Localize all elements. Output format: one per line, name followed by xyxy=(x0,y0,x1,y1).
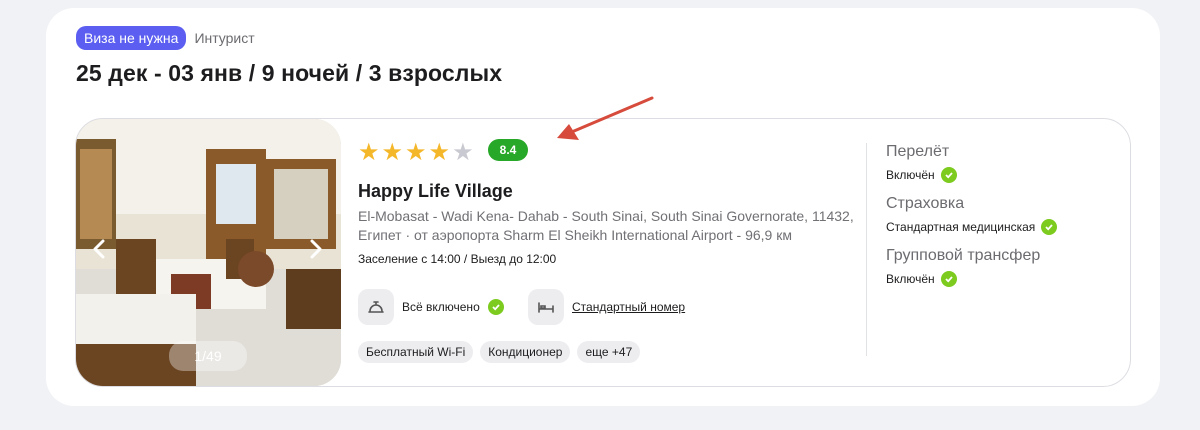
room-type-link[interactable]: Стандартный номер xyxy=(572,300,685,314)
operator-name: Интурист xyxy=(194,30,255,46)
tour-title: 25 дек - 03 янв / 9 ночей / 3 взрослых xyxy=(76,60,503,86)
check-circle-icon xyxy=(940,271,957,287)
insurance-value: Стандартная медицинская xyxy=(886,220,1036,234)
hotel-card[interactable]: 1/49 ★ ★ ★ ★ ★ 8.4 Happy Life Village El… xyxy=(75,118,1131,387)
insurance-value-row: Стандартная медицинская xyxy=(886,219,1058,235)
star-filled-icon: ★ xyxy=(358,139,380,166)
transfer-label: Групповой трансфер xyxy=(886,247,1041,264)
more-amenities-chip[interactable]: еще +47 xyxy=(577,341,641,363)
visa-badge: Виза не нужна xyxy=(76,26,187,50)
amenity-chips: Бесплатный Wi-Fi Кондиционер еще +47 xyxy=(358,341,641,363)
bed-icon xyxy=(528,289,564,325)
star-filled-icon: ★ xyxy=(428,139,451,166)
star-empty-icon: ★ xyxy=(452,139,474,166)
check-circle-icon xyxy=(487,299,504,315)
flight-value: Включён xyxy=(886,168,935,182)
prev-photo-button[interactable] xyxy=(92,239,106,259)
transfer-value: Включён xyxy=(886,272,935,286)
photo-counter: 1/49 xyxy=(169,341,247,371)
flight-label: Перелёт xyxy=(886,143,950,160)
hotel-address: El-Mobasat - Wadi Kena- Dahab - South Si… xyxy=(358,208,854,243)
star-filled-icon: ★ xyxy=(405,139,427,166)
rating-badge: 8.4 xyxy=(488,139,528,161)
meal-plan-label: Всё включено xyxy=(402,300,480,314)
flight-info: Перелёт Включён xyxy=(886,143,957,183)
transfer-info: Групповой трансфер Включён xyxy=(886,247,1040,287)
amenity-chip: Кондиционер xyxy=(480,341,571,363)
insurance-info: Страховка Стандартная медицинская xyxy=(886,195,1058,235)
next-photo-button[interactable] xyxy=(309,239,323,259)
flight-value-row: Включён xyxy=(886,167,957,183)
star-rating: ★ ★ ★ ★ ★ xyxy=(358,141,474,165)
divider xyxy=(866,143,867,356)
star-filled-icon: ★ xyxy=(381,139,404,166)
chevron-right-icon xyxy=(310,239,322,259)
tags-row: Виза не нужна Интурист xyxy=(76,26,255,50)
hotel-name[interactable]: Happy Life Village xyxy=(358,181,513,202)
check-circle-icon xyxy=(1041,219,1058,235)
check-in-out-times: Заселение с 14:00 / Выезд до 12:00 xyxy=(358,252,557,266)
room-type[interactable]: Стандартный номер xyxy=(528,289,685,325)
insurance-label: Страховка xyxy=(886,195,965,212)
transfer-value-row: Включён xyxy=(886,271,1040,287)
chevron-left-icon xyxy=(93,239,105,259)
check-circle-icon xyxy=(940,167,957,183)
annotation-arrow-icon xyxy=(557,96,654,140)
meal-plan: Всё включено xyxy=(358,289,504,325)
amenity-chip: Бесплатный Wi-Fi xyxy=(358,341,474,363)
room-service-bell-icon xyxy=(358,289,394,325)
hotel-photo[interactable]: 1/49 xyxy=(76,119,341,386)
